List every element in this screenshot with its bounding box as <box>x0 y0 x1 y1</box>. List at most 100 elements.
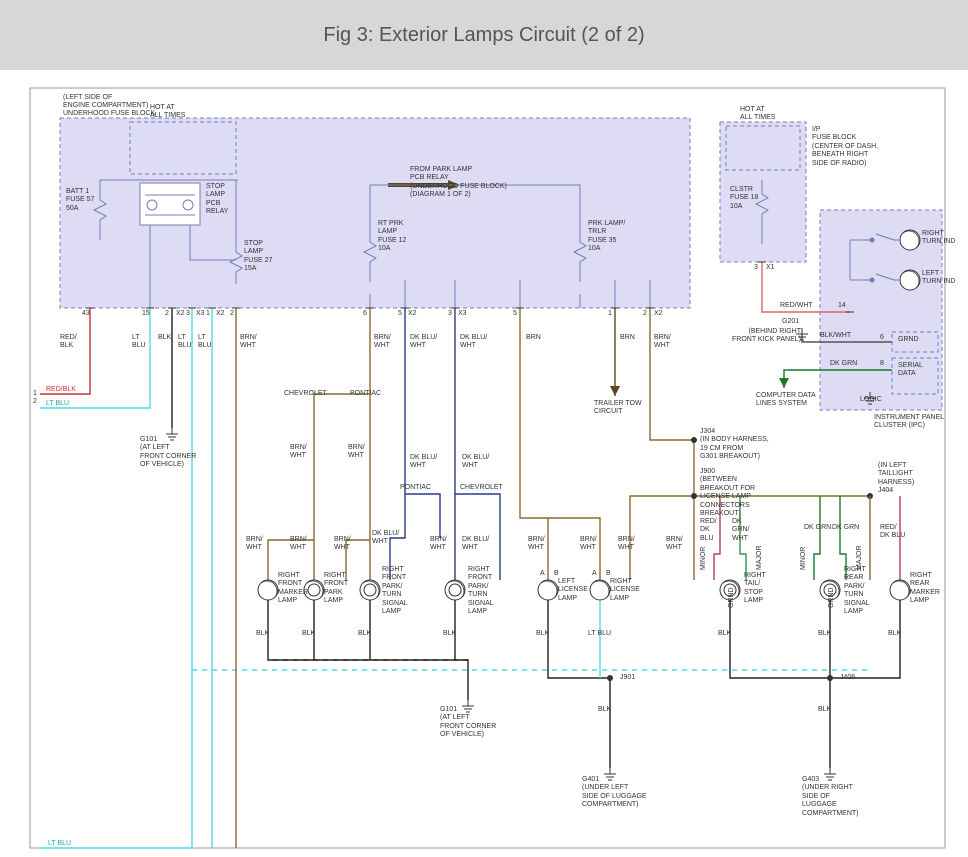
blk-j901: BLK <box>598 706 611 714</box>
j406: J406 <box>840 674 855 682</box>
ipc-serial: SERIALDATA <box>898 362 923 379</box>
lbl-brnwht-6: BRN/WHT <box>246 536 263 553</box>
conn-x3-1: X3 <box>196 310 205 318</box>
ltblu-bottom: LT BLU <box>48 840 71 848</box>
ipc-pin8: 8 <box>880 360 884 368</box>
lamp-1: RIGHTFRONTMARKERLAMP <box>278 572 308 606</box>
lbl-dkbluwht-4: DK BLU/WHT <box>462 454 489 471</box>
pin-x2a: 2 <box>165 310 169 318</box>
lbl-dkgrnwht: DKGRN/WHT <box>732 518 750 543</box>
lbl-chevrolet-1: CHEVROLET <box>284 390 327 398</box>
pin-5a: 5 <box>398 310 402 318</box>
lbl-brnwht-8: BRN/WHT <box>334 536 351 553</box>
lbl-brn-1: BRN <box>526 334 541 342</box>
lbl-dkgrn-1: DK GRN <box>804 524 831 532</box>
lbl-ltblu-3: LTBLU <box>198 334 212 351</box>
ipc-right-turn: RIGHTTURN IND <box>922 230 955 247</box>
lbl-reddkblu-2: RED/DK BLU <box>880 524 905 541</box>
blk-j406: BLK <box>818 706 831 714</box>
blk-b: BLK <box>302 630 315 638</box>
lbl-redblk-h: RED/BLK <box>46 386 76 394</box>
cdl: COMPUTER DATALINES SYSTEM <box>756 392 816 409</box>
lbl-dkbluwht-5: DK BLU/WHT <box>372 530 399 547</box>
diagram-canvas: (LEFT SIDE OFENGINE COMPARTMENT) UNDERHO… <box>0 70 968 857</box>
ipc-grnd: GRND <box>898 336 919 344</box>
lamp-7: RIGHTTAIL/STOPLAMP <box>744 572 766 606</box>
lbl-dkbluwht-2: DK BLU/WHT <box>460 334 487 351</box>
blk-c: BLK <box>358 630 371 638</box>
ip-fuse-name: I/PFUSE BLOCK(CENTER OF DASH,BENEATH RIG… <box>812 126 878 168</box>
stop-relay <box>140 183 200 225</box>
conn-x2-3: X2 <box>408 310 417 318</box>
blk-e: BLK <box>536 630 549 638</box>
pin-15: 15 <box>142 310 150 318</box>
ipc-pin14: 14 <box>838 302 846 310</box>
lbl-ltblu-h: LT BLU <box>46 400 69 408</box>
lamp-2: RIGHTFRONTPARKLAMP <box>324 572 348 606</box>
conn-x3-2: X3 <box>458 310 467 318</box>
blk-g: BLK <box>818 630 831 638</box>
j900: J900(BETWEENBREAKOUT FORLICENSE LAMPCONN… <box>700 468 755 518</box>
lbl-dkgrn-2: DK GRN <box>832 524 859 532</box>
lamp-9: RIGHTREARMARKERLAMP <box>910 572 940 606</box>
pin-3b: 3 <box>448 310 452 318</box>
lbl-grnd-1: GRND <box>728 587 736 608</box>
lbl-brnwht-11: BRN/WHT <box>618 536 635 553</box>
conn-x2-2: X2 <box>216 310 225 318</box>
underhood-name: UNDERHOOD FUSE BLOCK <box>63 110 155 118</box>
blk-h: BLK <box>888 630 901 638</box>
pin-1b: 1 <box>608 310 612 318</box>
j901: J901 <box>620 674 635 682</box>
g201-loc: (BEHIND RIGHTFRONT KICK PANEL) <box>732 328 801 345</box>
hot-box-1 <box>130 122 236 174</box>
pin-a-1: A <box>540 570 545 578</box>
lbl-brnwht-8b: BRN/WHT <box>430 536 447 553</box>
lbl-brnwht-9: BRN/WHT <box>528 536 545 553</box>
lamp-8: RIGHTREARPARK/TURNSIGNALLAMP <box>844 566 870 616</box>
lamp-6: RIGHTLICENSELAMP <box>610 578 640 603</box>
lbl-brnwht-4: BRN/WHT <box>290 444 307 461</box>
underhood-loc: (LEFT SIDE OFENGINE COMPARTMENT) <box>63 94 148 111</box>
lbl-dkbluwht-6: DK BLU/WHT <box>462 536 489 553</box>
batt-fuse: BATT 1FUSE 5750A <box>66 188 94 213</box>
lbl-dkbluwht-1: DK BLU/WHT <box>410 334 437 351</box>
ipc-logic: LOGIC <box>860 396 882 404</box>
ipc-left-turn: LEFTTURN IND <box>922 270 955 287</box>
g201: G201 <box>782 318 799 326</box>
lbl-chevrolet-2: CHEVROLET <box>460 484 503 492</box>
ip-pin3: 3 <box>754 264 758 272</box>
lbl-reddkblu: RED/DKBLU <box>700 518 717 543</box>
from-park-label: FROM PARK LAMPPCB RELAY(UNDERHOOD FUSE B… <box>410 166 507 200</box>
ipc-name: INSTRUMENT PANELCLUSTER (IPC) <box>874 414 944 431</box>
lbl-minor-2: MINOR <box>800 547 808 570</box>
lbl-brnwht-5: BRN/WHT <box>348 444 365 461</box>
lbl-redblk: RED/BLK <box>60 334 77 351</box>
ipc-pin6: 6 <box>880 334 884 342</box>
rtprk-fuse: RT PRKLAMPFUSE 1210A <box>378 220 406 254</box>
lbl-blk-1: BLK <box>158 334 171 342</box>
hot-box-2 <box>726 126 800 170</box>
lbl-brnwht-3: BRN/WHT <box>654 334 671 351</box>
g101-a: G101(AT LEFTFRONT CORNEROF VEHICLE) <box>140 436 196 470</box>
hot-label-1: HOT ATALL TIMES <box>150 104 185 121</box>
trailer: TRAILER TOWCIRCUIT <box>594 400 642 417</box>
lbl-pontiac-2: PONTIAC <box>400 484 431 492</box>
lbl-pontiac-1: PONTIAC <box>350 390 381 398</box>
lbl-brnwht-1: BRN/WHT <box>240 334 257 351</box>
prklamp-fuse: PRK LAMP/TRLRFUSE 3510A <box>588 220 625 254</box>
lbl-ltblu-1: LTBLU <box>132 334 146 351</box>
pin-x2b: 1 <box>206 310 210 318</box>
stop-relay-label: STOPLAMPPCBRELAY <box>206 183 228 217</box>
pin-43: 43 <box>82 310 90 318</box>
wire-redblk <box>40 308 90 394</box>
hot-label-2: HOT ATALL TIMES <box>740 106 775 123</box>
lbl-dkgrn-h: DK GRN <box>830 360 857 368</box>
j404: (IN LEFTTAILLIGHTHARNESS)J404 <box>878 462 914 496</box>
conn-x2-4: X2 <box>654 310 663 318</box>
lbl-redwht: RED/WHT <box>780 302 813 310</box>
clstr-fuse: CLSTRFUSE 1810A <box>730 186 758 211</box>
lbl-brnwht-10: BRN/WHT <box>580 536 597 553</box>
lbl-brnwht-12: BRN/WHT <box>666 536 683 553</box>
lbl-blkwht: BLK/WHT <box>820 332 851 340</box>
lbl-grnd-2: GRND <box>828 587 836 608</box>
